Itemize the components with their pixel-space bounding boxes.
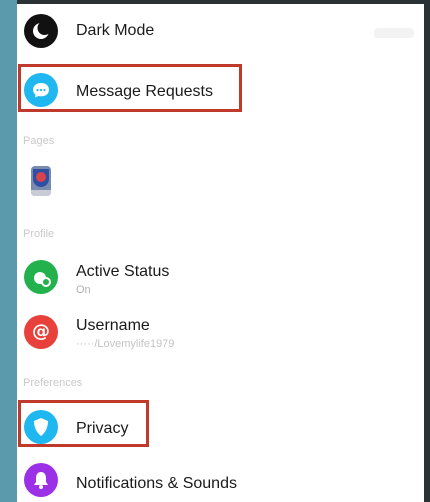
section-header-pages: Pages bbox=[23, 135, 55, 147]
dark-mode-toggle[interactable] bbox=[374, 28, 414, 38]
active-status-row[interactable]: Active Status On bbox=[17, 254, 424, 304]
settings-panel: Dark Mode Message Requests Pages Profile bbox=[17, 4, 424, 502]
dark-mode-row[interactable]: Dark Mode bbox=[17, 6, 424, 56]
moon-icon bbox=[24, 14, 58, 48]
left-edge-band bbox=[0, 0, 17, 502]
section-header-profile: Profile bbox=[23, 228, 55, 240]
message-requests-highlight bbox=[18, 64, 242, 112]
privacy-highlight bbox=[18, 400, 149, 447]
page-item-row[interactable] bbox=[17, 154, 424, 204]
username-row[interactable]: @ Username ·····/Lovemylife1979 bbox=[17, 309, 424, 359]
active-status-icon bbox=[24, 260, 58, 294]
active-status-value: On bbox=[76, 284, 91, 296]
active-status-label: Active Status bbox=[76, 263, 170, 280]
right-edge-band bbox=[424, 0, 430, 502]
bell-icon bbox=[24, 463, 58, 497]
section-header-preferences: Preferences bbox=[23, 377, 83, 389]
username-value: ·····/Lovemylife1979 bbox=[76, 338, 175, 350]
dark-mode-label: Dark Mode bbox=[76, 22, 155, 39]
notifications-label: Notifications & Sounds bbox=[76, 475, 237, 492]
at-sign-icon: @ bbox=[24, 315, 58, 349]
page-avatar-icon bbox=[31, 166, 51, 196]
notifications-row[interactable]: Notifications & Sounds bbox=[17, 455, 424, 502]
username-label: Username bbox=[76, 317, 150, 334]
